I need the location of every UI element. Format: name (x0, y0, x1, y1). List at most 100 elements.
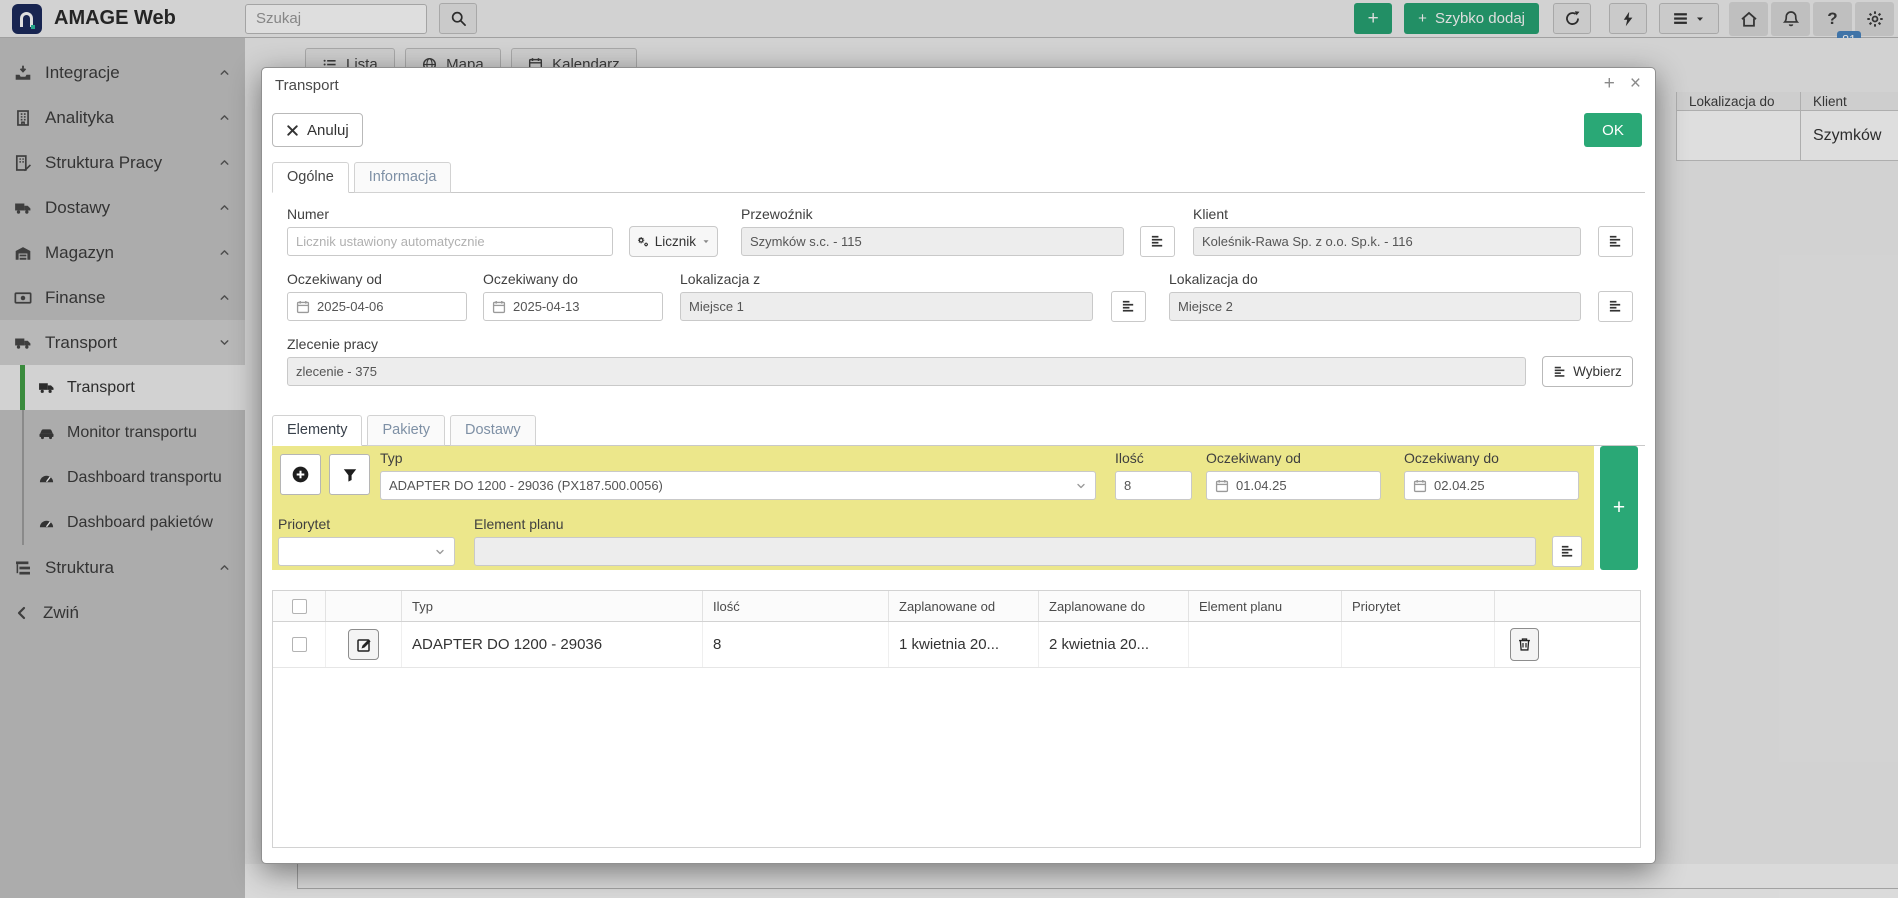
oczekiwany-do-input[interactable] (513, 299, 654, 314)
header-checkbox-cell (273, 591, 326, 621)
edit-row-button[interactable] (348, 629, 379, 660)
confirm-add-element-button[interactable]: + (1600, 446, 1638, 570)
zlecenie-pracy-label: Zlecenie pracy (287, 336, 1526, 354)
lokalizacja-z-input[interactable] (689, 299, 1084, 314)
element-planu-field[interactable] (474, 537, 1536, 566)
header-edit-cell (326, 591, 402, 621)
row-checkbox[interactable] (292, 637, 307, 652)
przewoznik-select-button[interactable] (1140, 226, 1175, 257)
table-row[interactable]: ADAPTER DO 1200 - 29036 8 1 kwietnia 20.… (273, 622, 1640, 668)
tab-dostawy[interactable]: Dostawy (450, 415, 536, 446)
chevron-down-icon (1075, 480, 1087, 492)
cell-ilosc: 8 (703, 622, 889, 667)
oczekiwany-do-field[interactable] (483, 292, 663, 321)
tab-informacja[interactable]: Informacja (354, 162, 452, 193)
lokalizacja-do-select-button[interactable] (1598, 291, 1633, 322)
editor-oczekiwany-od-input[interactable] (1236, 478, 1372, 493)
lokalizacja-z-select-button[interactable] (1111, 291, 1146, 322)
column-header-zaplanowane-od[interactable]: Zaplanowane od (889, 591, 1039, 621)
list-select-icon (1553, 365, 1567, 379)
element-planu-input[interactable] (483, 544, 1527, 559)
cell-zaplanowane-od: 1 kwietnia 20... (889, 622, 1039, 667)
ilosc-input[interactable] (1124, 478, 1183, 493)
gears-icon (636, 234, 650, 249)
element-editor-panel: Typ ADAPTER DO 1200 - 29036 (PX187.500.0… (272, 446, 1594, 570)
dialog-title: Transport (275, 77, 339, 94)
editor-oczekiwany-do-input[interactable] (1434, 478, 1570, 493)
priorytet-select[interactable] (278, 537, 455, 566)
dialog-tabs: Ogólne Informacja (272, 162, 1645, 193)
add-element-button[interactable] (280, 454, 321, 495)
lokalizacja-z-label: Lokalizacja z (680, 271, 1093, 289)
zlecenie-pracy-field[interactable] (287, 357, 1526, 386)
priorytet-label: Priorytet (278, 516, 455, 534)
oczekiwany-od-input[interactable] (317, 299, 458, 314)
lokalizacja-do-label: Lokalizacja do (1169, 271, 1581, 289)
list-select-icon (1150, 234, 1165, 249)
ok-button[interactable]: OK (1584, 113, 1642, 147)
tab-ogolne[interactable]: Ogólne (272, 162, 349, 193)
klient-field[interactable] (1193, 227, 1581, 256)
klient-label: Klient (1193, 206, 1581, 224)
typ-select[interactable]: ADAPTER DO 1200 - 29036 (PX187.500.0056) (380, 471, 1096, 500)
editor-oczekiwany-od-field[interactable] (1206, 471, 1381, 500)
cancel-button[interactable]: Anuluj (272, 113, 363, 147)
calendar-icon (1413, 479, 1427, 493)
funnel-icon (342, 467, 358, 483)
element-planu-label: Element planu (474, 516, 1536, 534)
column-header-zaplanowane-do[interactable]: Zaplanowane do (1039, 591, 1189, 621)
numer-input[interactable] (296, 234, 604, 249)
calendar-icon (1215, 479, 1229, 493)
row-actions-cell (1495, 622, 1640, 667)
cell-priorytet (1342, 622, 1495, 667)
cell-typ: ADAPTER DO 1200 - 29036 (402, 622, 703, 667)
tab-elementy[interactable]: Elementy (272, 415, 362, 446)
dialog-close-button[interactable]: × (1630, 74, 1641, 93)
ilosc-label: Ilość (1115, 450, 1192, 468)
caret-down-icon (701, 236, 711, 247)
editor-oczekiwany-do-field[interactable] (1404, 471, 1579, 500)
lokalizacja-do-field[interactable] (1169, 292, 1581, 321)
przewoznik-field[interactable] (741, 227, 1124, 256)
x-icon (286, 124, 299, 137)
trash-icon (1517, 637, 1532, 652)
list-select-icon (1608, 299, 1623, 314)
wybierz-button[interactable]: Wybierz (1542, 356, 1633, 387)
editor-oczekiwany-od-label: Oczekiwany od (1206, 450, 1381, 468)
chevron-down-icon (434, 546, 446, 558)
przewoznik-input[interactable] (750, 234, 1115, 249)
column-header-typ[interactable]: Typ (402, 591, 703, 621)
klient-input[interactable] (1202, 234, 1572, 249)
delete-row-button[interactable] (1510, 628, 1539, 661)
row-edit-cell (326, 622, 402, 667)
dialog-detach-button[interactable]: + (1604, 74, 1615, 93)
filter-button[interactable] (329, 454, 370, 495)
wybierz-label: Wybierz (1573, 364, 1622, 379)
elements-table-header: Typ Ilość Zaplanowane od Zaplanowane do … (273, 591, 1640, 622)
licznik-dropdown-button[interactable]: Licznik (629, 226, 718, 257)
header-actions-cell (1495, 591, 1640, 621)
calendar-icon (492, 300, 506, 314)
list-select-icon (1608, 234, 1623, 249)
klient-select-button[interactable] (1598, 226, 1633, 257)
oczekiwany-do-label: Oczekiwany do (483, 271, 663, 289)
list-select-icon (1560, 544, 1575, 559)
lokalizacja-z-field[interactable] (680, 292, 1093, 321)
numer-field[interactable] (287, 227, 613, 256)
oczekiwany-od-field[interactable] (287, 292, 467, 321)
tab-pakiety[interactable]: Pakiety (367, 415, 445, 446)
column-header-ilosc[interactable]: Ilość (703, 591, 889, 621)
elements-tabs: Elementy Pakiety Dostawy (272, 415, 1645, 446)
select-all-checkbox[interactable] (292, 599, 307, 614)
licznik-label: Licznik (655, 234, 696, 249)
zlecenie-pracy-input[interactable] (296, 364, 1517, 379)
ilosc-field[interactable] (1115, 471, 1192, 500)
row-checkbox-cell (273, 622, 326, 667)
calendar-icon (296, 300, 310, 314)
list-select-icon (1121, 299, 1136, 314)
column-header-priorytet[interactable]: Priorytet (1342, 591, 1495, 621)
lokalizacja-do-input[interactable] (1178, 299, 1572, 314)
numer-label: Numer (287, 206, 613, 224)
column-header-element-planu[interactable]: Element planu (1189, 591, 1342, 621)
element-planu-select-button[interactable] (1552, 536, 1582, 567)
